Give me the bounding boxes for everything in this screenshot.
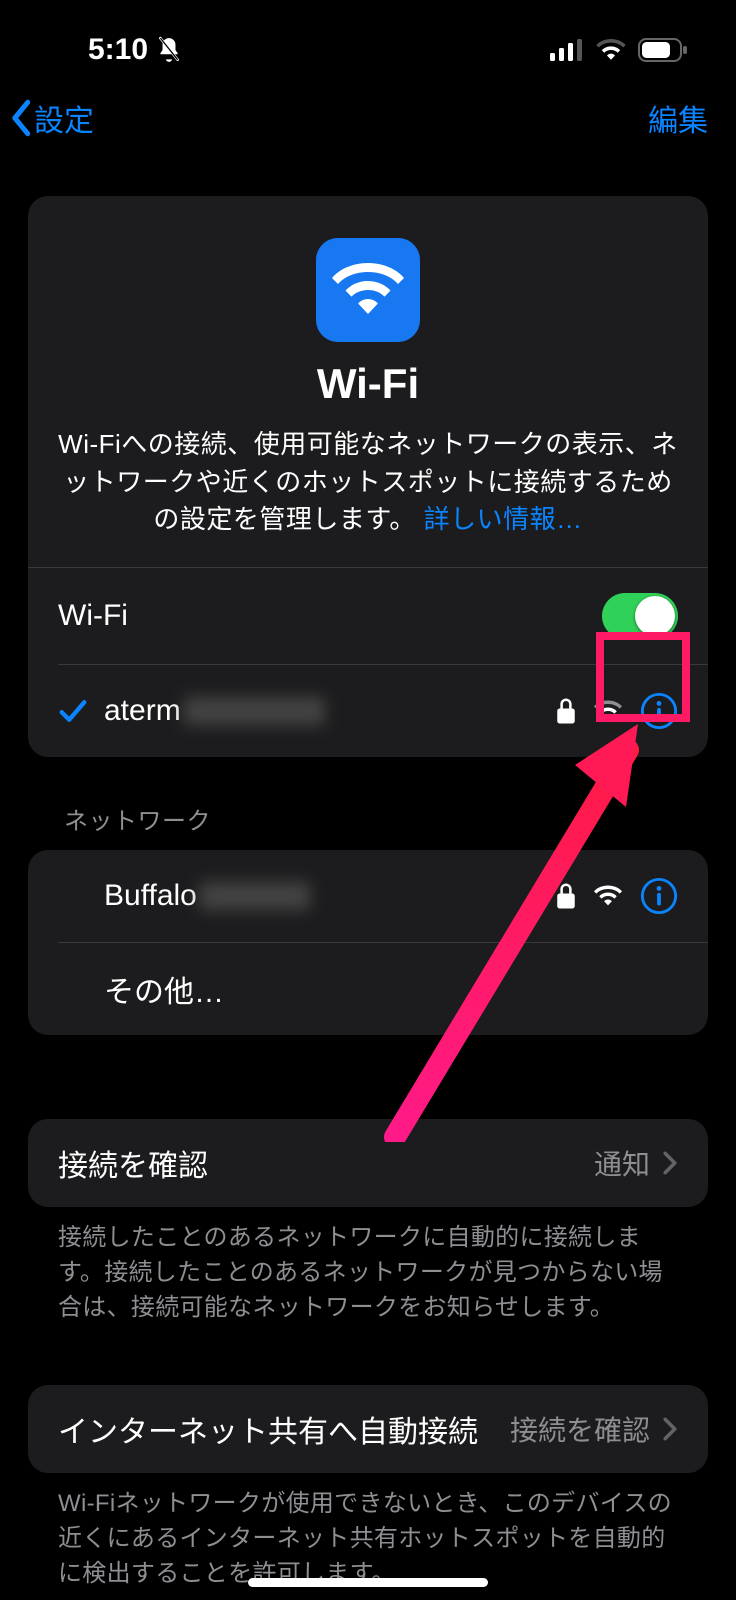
network-row[interactable]: Buffalo — [28, 850, 708, 942]
hotspot-footer: Wi-Fiネットワークが使用できないとき、このデバイスの近くにあるインターネット… — [28, 1473, 708, 1591]
wifi-toggle-row: Wi-Fi — [28, 568, 708, 664]
status-left: 5:10 — [88, 33, 182, 67]
status-right — [550, 38, 688, 62]
hotspot-label: インターネット共有へ自動接続 — [58, 1407, 478, 1451]
lock-icon — [556, 698, 576, 724]
back-label: 設定 — [34, 96, 94, 140]
wifi-toggle-label: Wi-Fi — [58, 599, 602, 633]
cellular-icon — [550, 39, 584, 61]
hotspot-value: 接続を確認 — [510, 1409, 650, 1449]
networks-section-label: ネットワーク — [28, 757, 708, 850]
home-indicator[interactable] — [248, 1578, 488, 1587]
wifi-app-icon — [316, 238, 420, 342]
back-button[interactable]: 設定 — [8, 96, 94, 140]
wifi-settings-card: Wi-Fi Wi-Fiへの接続、使用可能なネットワークの表示、ネットワークや近く… — [28, 196, 708, 757]
settings-header: Wi-Fi Wi-Fiへの接続、使用可能なネットワークの表示、ネットワークや近く… — [28, 196, 708, 567]
ask-join-row[interactable]: 接続を確認 通知 — [28, 1119, 708, 1207]
chevron-left-icon — [8, 98, 36, 138]
learn-more-link[interactable]: 詳しい情報… — [424, 504, 583, 534]
status-bar: 5:10 — [0, 0, 736, 70]
ask-join-value: 通知 — [594, 1143, 650, 1183]
page-description: Wi-Fiへの接続、使用可能なネットワークの表示、ネットワークや近くのホットスポ… — [58, 426, 678, 539]
edit-button[interactable]: 編集 — [648, 96, 708, 140]
chevron-right-icon — [662, 1417, 678, 1441]
other-network-row[interactable]: その他… — [28, 943, 708, 1035]
wifi-toggle[interactable] — [602, 593, 678, 639]
checkmark-icon — [58, 698, 88, 724]
desc-text: Wi-Fiへの接続、使用可能なネットワークの表示、ネットワークや近くのホットスポ… — [58, 429, 678, 534]
nav-bar: 設定 編集 — [0, 70, 736, 144]
status-time: 5:10 — [88, 33, 148, 67]
battery-icon — [638, 38, 688, 62]
info-icon[interactable] — [640, 692, 678, 730]
page-title: Wi-Fi — [58, 360, 678, 408]
hotspot-card: インターネット共有へ自動接続 接続を確認 — [28, 1385, 708, 1473]
wifi-signal-icon — [594, 885, 622, 907]
connected-network-name: aterm — [104, 694, 325, 728]
dnd-icon — [156, 36, 182, 64]
network-name: Buffalo — [104, 879, 311, 913]
other-label: その他… — [104, 967, 224, 1011]
connected-network-row[interactable]: aterm — [28, 665, 708, 757]
lock-icon — [556, 883, 576, 909]
ask-join-footer: 接続したことのあるネットワークに自動的に接続します。接続したことのあるネットワー… — [28, 1207, 708, 1325]
chevron-right-icon — [662, 1151, 678, 1175]
wifi-status-icon — [596, 39, 626, 61]
info-icon[interactable] — [640, 877, 678, 915]
networks-card: Buffalo その他… — [28, 850, 708, 1035]
ask-join-card: 接続を確認 通知 — [28, 1119, 708, 1207]
wifi-signal-icon — [594, 700, 622, 722]
hotspot-row[interactable]: インターネット共有へ自動接続 接続を確認 — [28, 1385, 708, 1473]
ask-join-label: 接続を確認 — [58, 1141, 594, 1185]
